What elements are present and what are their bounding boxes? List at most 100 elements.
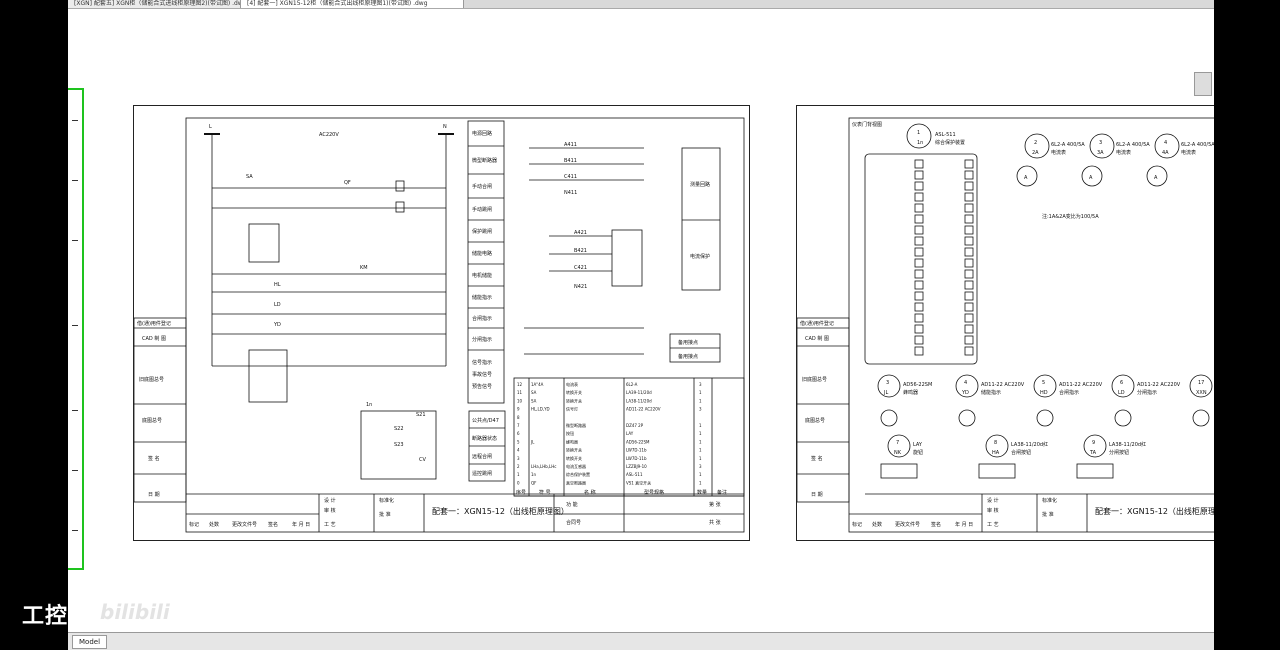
parts-cell: 1 <box>699 439 702 444</box>
parts-cell: 1n <box>531 472 537 477</box>
s2-rev-1: 处数 <box>872 521 882 528</box>
parts-cell: AD56-22SM <box>626 439 650 444</box>
parts-cell: 1 <box>699 472 702 477</box>
parts-cell: 3 <box>699 464 702 469</box>
device-code: YD <box>961 390 969 396</box>
terminal-block <box>964 236 974 246</box>
device-name: 储能指示 <box>981 389 1001 396</box>
remote-label-1: 断路器状态 <box>472 435 497 442</box>
terminal-block <box>964 324 974 334</box>
label-km: KM <box>360 265 368 271</box>
side-label-9: 分闸指示 <box>472 336 492 343</box>
bus-label-voltage: AC220V <box>319 132 339 138</box>
remote-label-3: 遥控跳闸 <box>472 470 492 477</box>
parts-h3: 型号规格 <box>644 489 664 496</box>
parts-cell: 按钮 <box>566 430 574 436</box>
terminal-block <box>914 280 924 290</box>
switch-icon <box>880 463 918 479</box>
parts-cell: JL <box>530 439 535 444</box>
ct-label-n411: N411 <box>564 190 577 196</box>
side-label-8: 合闸指示 <box>472 315 492 322</box>
parts-cell: 转换开关 <box>566 389 582 395</box>
sheet2-title-main: 配套一：XGN15-12（出线柜原理 <box>1095 506 1214 516</box>
tb-pages: 共 张 <box>709 519 721 526</box>
device-model: AD56-22SM <box>903 382 932 388</box>
layout-tab-bar: Model <box>68 632 1214 650</box>
terminal-block <box>964 291 974 301</box>
meter-num: 4 <box>1164 140 1167 146</box>
s2-tb-design: 设 计 <box>987 497 999 504</box>
tab-xgn15-file[interactable]: [4] 配套一] XGN15-12柜（储能合式出线柜原理图1)(带试图) .dw… <box>241 0 464 8</box>
tb-contract: 合同号 <box>566 519 581 526</box>
parts-cell: 综合保护装置 <box>566 471 590 477</box>
rev-1: 处数 <box>209 521 219 528</box>
model-tab[interactable]: Model <box>72 635 108 649</box>
device-code: HA <box>992 450 1000 456</box>
ct-label-a421: A421 <box>574 230 587 236</box>
terminal-block <box>914 225 924 235</box>
device-name: 合闸指示 <box>1059 389 1079 396</box>
terminal-block <box>964 280 974 290</box>
view-navigation-icon[interactable] <box>1194 72 1212 96</box>
right-box-label-1: 电流保护 <box>690 253 710 260</box>
device-code: XXN <box>1196 390 1207 396</box>
label-qf: QF <box>344 180 351 186</box>
device-model: LA38-11/20d红 <box>1011 441 1048 448</box>
device-num: 3 <box>886 380 889 386</box>
vert-title-0: 借(通)用件登记 <box>137 320 171 327</box>
label-s22: S22 <box>394 426 404 432</box>
device-code: LD <box>1118 390 1125 396</box>
left-side-panel[interactable] <box>68 88 84 570</box>
meter-num: 3 <box>1099 140 1102 146</box>
s2-tb-craft: 工 艺 <box>987 522 999 528</box>
parts-cell: 2 <box>517 464 520 469</box>
device-model: AD11-22 AC220V <box>981 382 1025 388</box>
rev-4: 年 月 日 <box>292 521 310 528</box>
parts-cell: 1A"4A <box>531 382 544 387</box>
parts-cell: LAY <box>626 431 634 436</box>
meter-note: 注:1A&2A变比为100/5A <box>1042 213 1099 220</box>
parts-cell: 9 <box>517 407 520 412</box>
terminal-block <box>964 302 974 312</box>
meter-name: 电流表 <box>1181 149 1196 156</box>
parts-cell: LA39-11/20d <box>626 390 652 395</box>
parts-cell: 1 <box>699 423 702 428</box>
s2-rev-3: 签名 <box>931 521 941 528</box>
terminal-block <box>914 346 924 356</box>
parts-h0: 序号 <box>516 489 526 496</box>
device-name: 旋钮 <box>913 449 923 456</box>
s2-rev-0: 标记 <box>852 521 862 528</box>
parts-cell: 蜂鸣器 <box>566 438 578 444</box>
side-label-7: 储能指示 <box>472 294 492 301</box>
s2-vert-title-0: 借(通)用件登记 <box>800 320 834 327</box>
terminal-block <box>914 258 924 268</box>
ammeter-symbol: A <box>1024 175 1028 181</box>
label-1n: 1n <box>366 402 372 408</box>
drawing-sheet-2: 仪表门背视图 1 1n ASL-511 综合保护装置 注:1A&2A变比为100… <box>796 105 1214 541</box>
parts-cell: 真空断路器 <box>566 479 586 485</box>
parts-cell: 1 <box>699 431 702 436</box>
rev-0: 标记 <box>189 521 199 528</box>
s2-tb-approve: 批 准 <box>1042 511 1054 518</box>
parts-cell: 6 <box>517 431 520 436</box>
vert-title-5: 日 期 <box>148 492 160 498</box>
parts-cell: LZZBJ9-10 <box>626 464 647 469</box>
terminal-block <box>914 291 924 301</box>
terminal-block <box>914 192 924 202</box>
backup-label-1: 备用接点 <box>678 353 698 360</box>
tb-page: 第 张 <box>709 501 721 508</box>
parts-cell: 10 <box>517 398 523 403</box>
side-label-3: 手动跳闸 <box>472 206 492 213</box>
ct-label-c421: C421 <box>574 265 587 271</box>
terminal-block <box>964 203 974 213</box>
meter-num: 2 <box>1034 140 1037 146</box>
parts-h2: 名 称 <box>584 489 596 496</box>
device-num: 7 <box>896 440 899 446</box>
tab-xgn-file[interactable]: [XGN] 配套五] XGN柜（储能合式进线柜原理图2)(带试图) .dwg <box>68 0 241 8</box>
terminal-block <box>914 236 924 246</box>
label-s23: S23 <box>394 442 404 448</box>
remote-label-0: 公共点/D47 <box>472 417 499 424</box>
cad-app-window: [XGN] 配套五] XGN柜（储能合式进线柜原理图2)(带试图) .dwg [… <box>68 0 1214 650</box>
device-name: 分闸指示 <box>1137 389 1157 396</box>
vert-title-4: 签 名 <box>148 455 160 462</box>
